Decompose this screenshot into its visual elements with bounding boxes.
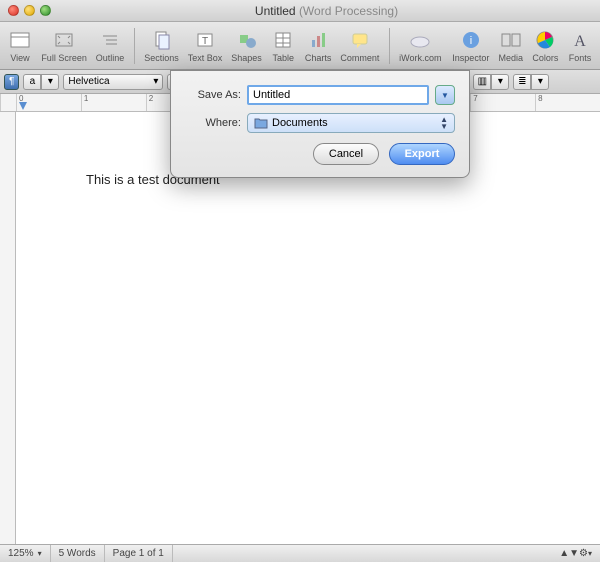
textbox-icon: T: [193, 28, 217, 52]
comment-label: Comment: [340, 53, 379, 63]
shapes-button[interactable]: Shapes: [228, 26, 266, 65]
separator: [389, 28, 390, 64]
shapes-label: Shapes: [231, 53, 262, 63]
table-label: Table: [273, 53, 295, 63]
iworkcom-button[interactable]: iWork.com: [396, 26, 445, 65]
down-icon: ▼: [569, 548, 579, 559]
where-label: Where:: [185, 117, 241, 129]
minimize-icon[interactable]: [24, 5, 35, 16]
fonts-icon: A: [568, 28, 592, 52]
list-style[interactable]: ≣▾: [513, 74, 549, 90]
toolbar: View Full Screen Outline Sections T Text…: [0, 22, 600, 70]
shapes-icon: [235, 28, 259, 52]
view-icon: [8, 28, 32, 52]
inspector-button[interactable]: i Inspector: [449, 26, 493, 65]
sections-button[interactable]: Sections: [141, 26, 182, 65]
fonts-button[interactable]: A Fonts: [564, 26, 596, 65]
cancel-button[interactable]: Cancel: [313, 143, 379, 165]
fullscreen-icon: [52, 28, 76, 52]
colors-icon: [533, 28, 557, 52]
fullscreen-label: Full Screen: [41, 53, 87, 63]
export-button[interactable]: Export: [389, 143, 455, 165]
outline-icon: [98, 28, 122, 52]
separator: [134, 28, 135, 64]
charts-button[interactable]: Charts: [301, 26, 335, 65]
window-title: Untitled (Word Processing): [61, 4, 592, 18]
chevron-down-icon: ▾: [38, 549, 42, 558]
fullscreen-button[interactable]: Full Screen: [38, 26, 90, 65]
media-label: Media: [499, 53, 524, 63]
status-nav[interactable]: ▲ ▼ ⚙▾: [551, 545, 600, 562]
textbox-button[interactable]: T Text Box: [184, 26, 225, 65]
font-select[interactable]: Helvetica▾: [63, 74, 163, 90]
comment-icon: [348, 28, 372, 52]
outline-button[interactable]: Outline: [92, 26, 128, 65]
sections-icon: [150, 28, 174, 52]
status-bar: 125% ▾ 5 Words Page 1 of 1 ▲ ▼ ⚙▾: [0, 544, 600, 562]
table-button[interactable]: Table: [267, 26, 299, 65]
view-button[interactable]: View: [4, 26, 36, 65]
inspector-icon: i: [459, 28, 483, 52]
svg-text:A: A: [574, 33, 586, 50]
svg-text:T: T: [202, 36, 208, 47]
media-button[interactable]: Media: [495, 26, 527, 65]
titlebar: Untitled (Word Processing): [0, 0, 600, 22]
iworkcom-label: iWork.com: [399, 53, 441, 63]
vertical-ruler[interactable]: [0, 112, 16, 544]
save-as-input[interactable]: [247, 85, 429, 105]
charts-icon: [306, 28, 330, 52]
folder-icon: [254, 117, 268, 129]
ruler-marker-icon[interactable]: [19, 102, 27, 110]
outline-label: Outline: [96, 53, 125, 63]
font-name: Helvetica: [68, 76, 109, 87]
updown-icon: ▲▼: [440, 116, 448, 130]
table-icon: [271, 28, 295, 52]
media-icon: [499, 28, 523, 52]
chevron-down-icon: ▼: [441, 91, 449, 100]
inspector-label: Inspector: [452, 53, 489, 63]
where-value: Documents: [272, 117, 328, 129]
close-icon[interactable]: [8, 5, 19, 16]
comment-button[interactable]: Comment: [337, 26, 383, 65]
columns[interactable]: ▥▾: [473, 74, 509, 90]
page-indicator[interactable]: Page 1 of 1: [105, 545, 173, 562]
where-select[interactable]: Documents ▲▼: [247, 113, 455, 133]
fonts-label: Fonts: [569, 53, 592, 63]
save-as-label: Save As:: [185, 89, 241, 101]
svg-text:i: i: [470, 35, 472, 47]
colors-button[interactable]: Colors: [529, 26, 562, 65]
charts-label: Charts: [305, 53, 332, 63]
paragraph-mark-button[interactable]: ¶: [4, 74, 19, 90]
style-segment[interactable]: a▾: [23, 74, 59, 90]
window-controls: [8, 5, 51, 16]
cloud-icon: [408, 28, 432, 52]
up-icon: ▲: [559, 548, 569, 559]
sections-label: Sections: [144, 53, 179, 63]
textbox-label: Text Box: [188, 53, 223, 63]
colors-label: Colors: [532, 53, 558, 63]
zoom-select[interactable]: 125% ▾: [0, 545, 51, 562]
gear-icon: ⚙: [579, 548, 588, 559]
document-title: Untitled: [255, 4, 296, 18]
expand-dialog-button[interactable]: ▼: [435, 85, 455, 105]
export-dialog: Save As: ▼ Where: Documents ▲▼ Cancel Ex…: [170, 70, 470, 178]
zoom-icon[interactable]: [40, 5, 51, 16]
word-count: 5 Words: [51, 545, 105, 562]
view-label: View: [10, 53, 29, 63]
document-subtitle: (Word Processing): [299, 4, 398, 18]
